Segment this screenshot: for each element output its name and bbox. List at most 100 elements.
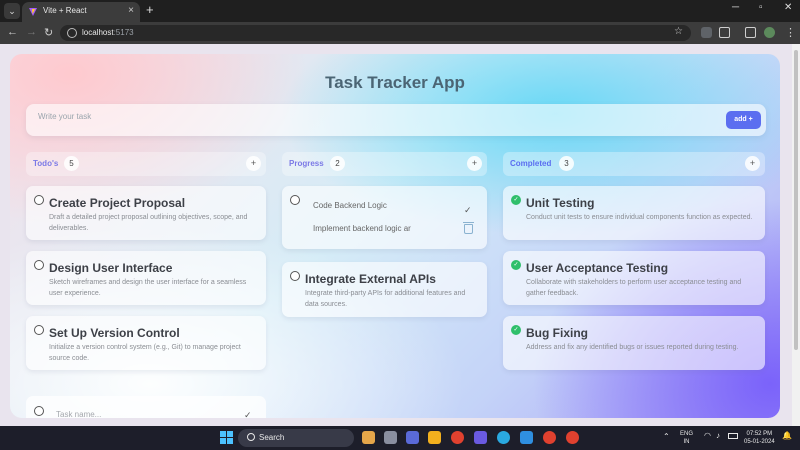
teams-icon[interactable] [406,431,419,444]
minimize-icon[interactable]: ─ [732,2,739,13]
address-bar[interactable]: localhost:5173 ☆ [60,25,691,41]
task-tracker-app: Task Tracker App add + Todo's 5 + Create… [10,54,780,418]
confirm-check-icon[interactable]: ✓ [244,410,252,418]
url-host: localhost [82,28,114,37]
add-to-column-button[interactable]: + [745,156,760,171]
chrome-active-icon[interactable] [543,431,556,444]
task-input[interactable] [38,112,688,121]
reload-icon[interactable]: ↻ [44,26,53,39]
volume-icon[interactable]: ♪ [716,432,720,440]
new-tab-button[interactable]: + [146,3,154,17]
widgets-icon[interactable] [362,431,375,444]
clock[interactable]: 07:52 PM 05-01-2024 [744,430,775,446]
task-input-bar: add + [26,104,766,136]
language-indicator[interactable]: ENG IN [680,430,693,446]
delete-trash-icon[interactable] [463,222,474,234]
taskbar-search[interactable]: Search [238,429,354,447]
file-explorer-icon[interactable] [428,431,441,444]
save-check-icon[interactable]: ✓ [464,205,472,216]
task-title: Bug Fixing [526,326,588,340]
bookmark-star-icon[interactable]: ☆ [674,26,683,37]
complete-toggle[interactable] [290,271,300,281]
column-title: Progress [289,159,324,168]
task-card[interactable]: Set Up Version Control Initialize a vers… [26,316,266,370]
column-header-todos: Todo's 5 + [26,152,266,176]
task-card[interactable]: Integrate External APIs Integrate third-… [282,262,487,317]
show-hidden-icons[interactable]: ⌃ [663,433,670,441]
maximize-icon[interactable]: ▫ [759,2,763,13]
url-port: :5173 [113,28,134,37]
new-task-name-input[interactable] [56,410,206,418]
task-card[interactable]: ✓ Bug Fixing Address and fix any identif… [503,316,765,370]
clock-time: 07:52 PM [746,431,773,437]
complete-toggle[interactable] [34,325,44,335]
browser-toolbar: ← → ↻ localhost:5173 ☆ ⋮ [0,22,800,44]
media-app-icon[interactable] [474,431,487,444]
edit-title-field[interactable]: Code Backend Logic [313,201,443,210]
task-card[interactable]: ✓ User Acceptance Testing Collaborate wi… [503,251,765,305]
check-circle-icon[interactable]: ✓ [511,260,521,270]
complete-toggle[interactable] [290,195,300,205]
task-title: Unit Testing [526,196,595,210]
side-panel-icon[interactable] [745,27,756,38]
count-badge: 2 [330,156,345,171]
add-to-column-button[interactable]: + [246,156,261,171]
count-badge: 3 [559,156,574,171]
extensions-puzzle-icon[interactable] [719,27,730,38]
scrollbar-thumb[interactable] [794,50,798,350]
page-title: Task Tracker App [325,73,465,92]
task-title: Design User Interface [49,261,173,275]
task-view-icon[interactable] [384,431,397,444]
column-header-progress: Progress 2 + [282,152,487,176]
task-description: Integrate third-party APIs for additiona… [305,290,466,308]
wifi-icon[interactable]: ◠ [704,432,711,440]
profile-avatar[interactable] [764,27,775,38]
search-icon [247,433,255,441]
task-description: Collaborate with stakeholders to perform… [526,279,742,297]
notification-bell-icon[interactable]: 🔔 [782,432,792,440]
extension-badge-icon[interactable] [701,27,712,38]
tab-search-button[interactable]: ⌄ [4,3,20,19]
task-card[interactable]: ✓ Unit Testing Conduct unit tests to ens… [503,186,765,240]
tab-title: Vite + React [43,6,87,15]
edit-description-field[interactable]: Implement backend logic ar [313,224,414,233]
forward-arrow-icon[interactable]: → [26,26,37,38]
add-task-button[interactable]: add + [726,111,761,129]
column-header-completed: Completed 3 + [503,152,765,176]
chrome-profile-icon[interactable] [566,431,579,444]
new-task-card: ✓ [26,396,266,418]
url-text: localhost:5173 [82,28,134,37]
task-description: Draft a detailed project proposal outlin… [49,214,248,232]
task-description: Sketch wireframes and design the user in… [49,279,247,297]
task-description: Address and fix any identified bugs or i… [526,344,739,351]
chrome-icon[interactable] [451,431,464,444]
windows-taskbar: Search ⌃ ENG IN ◠ ♪ 07:52 PM 05-01-2024 🔔 [0,426,800,450]
column-title: Completed [510,159,552,168]
close-window-icon[interactable]: ✕ [784,2,792,13]
browser-tab[interactable]: Vite + React × [22,2,140,22]
add-to-column-button[interactable]: + [467,156,482,171]
page-viewport: Task Tracker App add + Todo's 5 + Create… [0,44,792,426]
chrome-menu-icon[interactable]: ⋮ [785,26,796,39]
site-info-icon[interactable] [67,28,77,38]
complete-toggle[interactable] [34,195,44,205]
windows-start-icon[interactable] [220,431,233,444]
task-title: User Acceptance Testing [526,261,669,275]
tab-close-icon[interactable]: × [128,5,134,16]
vscode-icon[interactable] [520,431,533,444]
column-progress: Progress 2 + Code Backend Logic Implemen… [282,152,522,317]
edge-icon[interactable] [497,431,510,444]
battery-icon[interactable] [728,433,738,439]
back-arrow-icon[interactable]: ← [7,26,18,38]
task-description: Conduct unit tests to ensure individual … [526,214,753,221]
check-circle-icon[interactable]: ✓ [511,325,521,335]
task-card[interactable]: Design User Interface Sketch wireframes … [26,251,266,305]
column-todos: Todo's 5 + Create Project Proposal Draft… [26,152,266,418]
task-card[interactable]: Create Project Proposal Draft a detailed… [26,186,266,240]
count-badge: 5 [64,156,79,171]
complete-toggle[interactable] [34,260,44,270]
check-circle-icon[interactable]: ✓ [511,195,521,205]
browser-tab-strip: ⌄ Vite + React × + ─ ▫ ✕ [0,0,800,22]
complete-toggle[interactable] [34,406,44,416]
task-edit-card: Code Backend Logic Implement backend log… [282,186,487,249]
